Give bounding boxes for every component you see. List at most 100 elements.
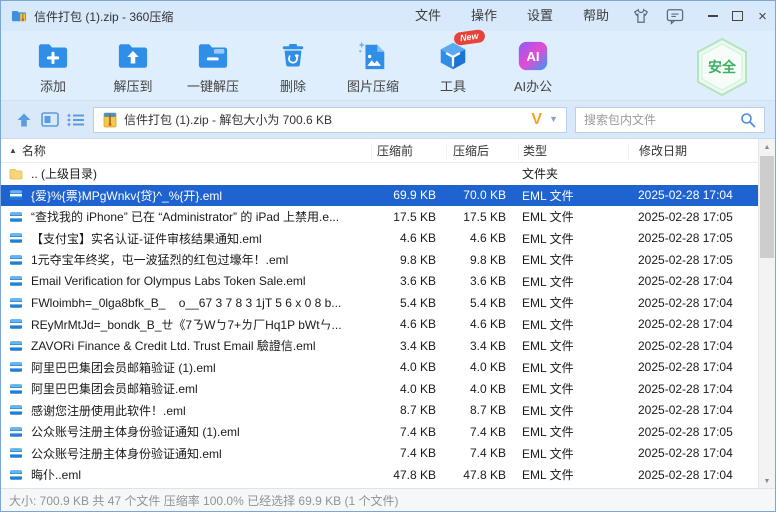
- skin-button[interactable]: [624, 1, 658, 31]
- app-zip-icon: [11, 8, 27, 24]
- preview-pane-button[interactable]: [37, 107, 63, 133]
- toolbar-button-one-click-extract-folder[interactable]: 一键解压: [173, 31, 253, 100]
- address-bar[interactable]: 信件打包 (1).zip - 解包大小为 700.6 KB V ▼: [93, 107, 567, 133]
- table-row[interactable]: FWloimbh=_0lga8bfk_B_ o__67 3 7 8 3 1jT …: [1, 292, 758, 314]
- menu-item-3[interactable]: 帮助: [568, 1, 624, 31]
- size-after: 9.8 KB: [446, 253, 518, 267]
- toolbar-button-tools-cube[interactable]: 工具New: [413, 31, 493, 100]
- file-type: EML 文件: [518, 359, 628, 376]
- column-header-date[interactable]: 修改日期: [628, 143, 758, 159]
- table-row[interactable]: ZAVORi Finance & Credit Ltd. Trust Email…: [1, 335, 758, 357]
- table-row[interactable]: “查找我的 iPhone” 已在 “Administrator” 的 iPad …: [1, 206, 758, 228]
- file-name: ZAVORi Finance & Credit Ltd. Trust Email…: [31, 337, 371, 354]
- eml-file-icon: [9, 446, 25, 460]
- file-name: 阿里巴巴集团会员邮箱验证.eml: [31, 380, 371, 397]
- extract-to-folder-icon: [116, 36, 150, 76]
- toolbar-button-ai-office[interactable]: AIAI办公: [493, 31, 573, 100]
- file-type: EML 文件: [518, 380, 628, 397]
- search-input[interactable]: 搜索包内文件: [575, 107, 765, 133]
- scroll-down-icon[interactable]: ▼: [759, 473, 775, 489]
- toolbar-label: 一键解压: [187, 76, 239, 95]
- size-after: 5.4 KB: [446, 296, 518, 310]
- size-after: 7.4 KB: [446, 446, 518, 460]
- list-view-button[interactable]: [63, 107, 89, 133]
- eml-file-icon: [9, 317, 25, 331]
- close-button[interactable]: ×: [750, 1, 775, 31]
- menu-item-2[interactable]: 设置: [512, 1, 568, 31]
- table-row[interactable]: 感谢您注册使用此软件！.eml8.7 KB8.7 KBEML 文件2025-02…: [1, 400, 758, 422]
- file-list: .. (上级目录)文件夹{爱}%{票}MPgWnkv{贷}^_%{开}.eml6…: [1, 163, 758, 486]
- modified-date: 2025-02-28 17:04: [628, 360, 758, 374]
- size-after: 17.5 KB: [446, 210, 518, 224]
- table-row[interactable]: 公众账号注册主体身份验证通知 (1).eml7.4 KB7.4 KBEML 文件…: [1, 421, 758, 443]
- eml-file-icon: [9, 188, 25, 202]
- one-click-extract-folder-icon: [196, 36, 230, 76]
- search-icon[interactable]: [740, 112, 756, 128]
- folder-icon: [9, 167, 25, 181]
- table-row[interactable]: Email Verification for Olympus Labs Toke…: [1, 271, 758, 293]
- toolbar: 添加解压到一键解压删除图片压缩工具NewAIAI办公 安全: [1, 31, 775, 101]
- file-name: 公众账号注册主体身份验证通知 (1).eml: [31, 423, 371, 440]
- modified-date: 2025-02-28 17:04: [628, 274, 758, 288]
- size-after: 70.0 KB: [446, 188, 518, 202]
- scroll-up-icon[interactable]: ▲: [759, 139, 775, 155]
- table-row[interactable]: 【支付宝】实名认证-证件审核结果通知.eml4.6 KB4.6 KBEML 文件…: [1, 228, 758, 250]
- security-badge[interactable]: 安全: [693, 37, 751, 100]
- file-type: EML 文件: [518, 337, 628, 354]
- table-row[interactable]: 阿里巴巴集团会员邮箱验证.eml4.0 KB4.0 KBEML 文件2025-0…: [1, 378, 758, 400]
- size-before: 8.7 KB: [371, 403, 446, 417]
- up-directory-button[interactable]: [11, 107, 37, 133]
- table-row[interactable]: 晦仆..eml47.8 KB47.8 KBEML 文件2025-02-28 17…: [1, 464, 758, 486]
- minimize-button[interactable]: [700, 1, 725, 31]
- toolbar-button-image-compress[interactable]: 图片压缩: [333, 31, 413, 100]
- modified-date: 2025-02-28 17:04: [628, 296, 758, 310]
- preview-pane-icon: [41, 112, 59, 128]
- table-row[interactable]: 1元夺宝年终奖，屯一波猛烈的红包过壕年！.eml9.8 KB9.8 KBEML …: [1, 249, 758, 271]
- toolbar-button-delete-trash[interactable]: 删除: [253, 31, 333, 100]
- table-row[interactable]: {爱}%{票}MPgWnkv{贷}^_%{开}.eml69.9 KB70.0 K…: [1, 185, 758, 207]
- file-type: EML 文件: [518, 466, 628, 483]
- menu-item-1[interactable]: 操作: [456, 1, 512, 31]
- file-type: EML 文件: [518, 230, 628, 247]
- feedback-button[interactable]: [658, 1, 692, 31]
- file-type: EML 文件: [518, 423, 628, 440]
- maximize-button[interactable]: [725, 1, 750, 31]
- eml-file-icon: [9, 274, 25, 288]
- file-type: EML 文件: [518, 273, 628, 290]
- table-row[interactable]: REyMrMtJd=_bondk_B_ㄝ《7ㄋWㄅ7+ㄌ厂Ηq1P bWtㄣ..…: [1, 314, 758, 336]
- modified-date: 2025-02-28 17:04: [628, 446, 758, 460]
- table-row[interactable]: .. (上级目录)文件夹: [1, 163, 758, 185]
- table-row[interactable]: 公众账号注册主体身份验证通知.eml7.4 KB7.4 KBEML 文件2025…: [1, 443, 758, 465]
- sort-asc-icon: ▲: [9, 146, 17, 155]
- toolbar-label: 工具: [440, 76, 466, 95]
- eml-file-icon: [9, 296, 25, 310]
- up-arrow-icon: [15, 111, 33, 129]
- column-header-after[interactable]: 压缩后: [446, 143, 518, 159]
- toolbar-label: 图片压缩: [347, 76, 399, 95]
- column-header-type[interactable]: 类型: [518, 143, 628, 159]
- column-header-name[interactable]: ▲ 名称: [1, 142, 371, 159]
- chevron-down-icon[interactable]: ▼: [549, 115, 558, 124]
- file-type: EML 文件: [518, 316, 628, 333]
- table-row[interactable]: 阿里巴巴集团会员邮箱验证 (1).eml4.0 KB4.0 KBEML 文件20…: [1, 357, 758, 379]
- size-after: 3.6 KB: [446, 274, 518, 288]
- size-before: 7.4 KB: [371, 425, 446, 439]
- vertical-scrollbar[interactable]: ▲ ▼: [758, 139, 775, 489]
- modified-date: 2025-02-28 17:05: [628, 231, 758, 245]
- file-name: REyMrMtJd=_bondk_B_ㄝ《7ㄋWㄅ7+ㄌ厂Ηq1P bWtㄣ..…: [31, 316, 371, 333]
- size-after: 47.8 KB: [446, 468, 518, 482]
- file-name: Email Verification for Olympus Labs Toke…: [31, 274, 371, 288]
- toolbar-button-add-folder[interactable]: 添加: [13, 31, 93, 100]
- file-name: 公众账号注册主体身份验证通知.eml: [31, 445, 371, 462]
- search-placeholder: 搜索包内文件: [584, 111, 740, 128]
- file-type: 文件夹: [518, 165, 628, 182]
- toolbar-button-extract-to-folder[interactable]: 解压到: [93, 31, 173, 100]
- menu-item-0[interactable]: 文件: [400, 1, 456, 31]
- file-name: “查找我的 iPhone” 已在 “Administrator” 的 iPad …: [31, 208, 371, 225]
- modified-date: 2025-02-28 17:04: [628, 382, 758, 396]
- ai-office-icon: AI: [516, 36, 550, 76]
- eml-file-icon: [9, 231, 25, 245]
- scrollbar-thumb[interactable]: [760, 156, 774, 258]
- column-header-before[interactable]: 压缩前: [371, 143, 446, 159]
- vip-v-icon[interactable]: V: [531, 112, 542, 128]
